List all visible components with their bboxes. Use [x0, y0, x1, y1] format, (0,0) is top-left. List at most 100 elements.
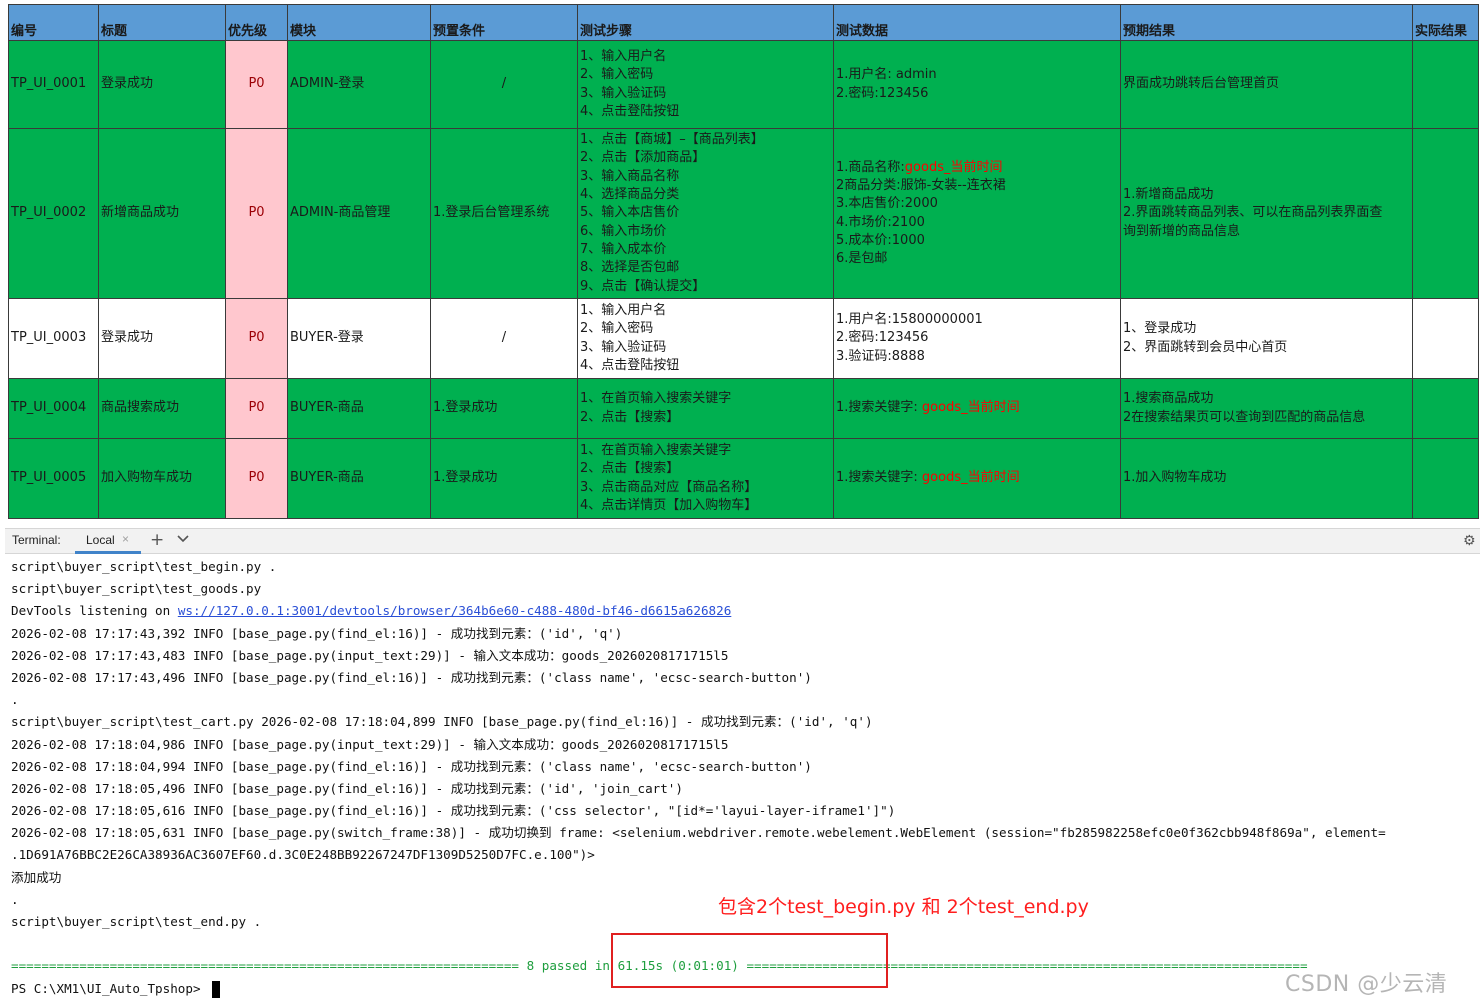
- close-tab-icon[interactable]: ×: [122, 532, 129, 546]
- data-text: 6.是包邮: [836, 251, 888, 267]
- cell-id[interactable]: TP_UI_0002: [8, 128, 99, 299]
- cell-steps-line: 5、输入本店售价: [580, 205, 680, 221]
- col-header-title[interactable]: 标题: [98, 4, 226, 41]
- cell-steps[interactable]: 1、点击【商城】–【商品列表】 2、点击【添加商品】 3、输入商品名称 4、选择商品分…: [577, 128, 834, 299]
- cell-module[interactable]: ADMIN-商品管理: [287, 128, 431, 299]
- cell-expected[interactable]: 1、登录成功 2、界面跳转到会员中心首页: [1120, 298, 1413, 379]
- cell-id[interactable]: TP_UI_0003: [8, 298, 99, 379]
- test-case-spreadsheet: 编号 标题 优先级 模块 预置条件 测试步骤 测试数据 预期结果 实际结果 TP…: [8, 4, 1479, 519]
- cell-module[interactable]: ADMIN-登录: [287, 40, 431, 129]
- cell-priority[interactable]: P0: [225, 128, 288, 299]
- cell-data-line: 1.商品名称:goods_当前时间: [836, 159, 1118, 177]
- cell-expected-line: 2、界面跳转到会员中心首页: [1123, 339, 1288, 355]
- cell-actual[interactable]: [1412, 40, 1479, 129]
- table-row: TP_UI_0003 登录成功 P0 BUYER-登录/1、输入用户名 2、输入密码 3、…: [8, 298, 1479, 379]
- cell-steps-line: 1、输入用户名: [580, 302, 667, 318]
- devtools-link[interactable]: ws://127.0.0.1:3001/devtools/browser/364…: [178, 603, 732, 618]
- cell-expected-line: 1.加入购物车成功: [1123, 470, 1227, 486]
- cell-title[interactable]: 新增商品成功: [98, 128, 226, 299]
- cell-precondition[interactable]: 1.登录后台管理系统: [430, 128, 578, 299]
- cell-module[interactable]: BUYER-商品: [287, 438, 431, 519]
- devtools-prefix: DevTools listening on: [11, 603, 178, 619]
- cell-precondition[interactable]: /: [430, 40, 578, 129]
- cell-steps-line: 4、点击详情页【加入购物车】: [580, 497, 758, 513]
- cell-title[interactable]: 商品搜索成功: [98, 378, 226, 439]
- chevron-down-icon[interactable]: [176, 531, 190, 545]
- cell-data[interactable]: 1.用户名:15800000001 2.密码:123456 3.验证码:8888: [833, 298, 1121, 379]
- cell-steps-line: 2、输入密码: [580, 67, 654, 83]
- data-text: 1.商品名称:: [836, 159, 905, 175]
- cell-module[interactable]: BUYER-登录: [287, 298, 431, 379]
- cell-expected-line: 询到新增的商品信息: [1123, 223, 1241, 239]
- cell-priority[interactable]: P0: [225, 298, 288, 379]
- cell-precondition[interactable]: 1.登录成功: [430, 378, 578, 439]
- cell-priority[interactable]: P0: [225, 40, 288, 129]
- terminal-line: 2026-02-08 17:17:43,483 INFO [base_page.…: [11, 647, 729, 663]
- cell-steps-line: 3、输入验证码: [580, 339, 667, 355]
- cell-data[interactable]: 1.用户名: admin 2.密码:123456: [833, 40, 1121, 129]
- watermark: CSDN @少云清: [1285, 972, 1448, 997]
- cell-id[interactable]: TP_UI_0004: [8, 378, 99, 439]
- cell-title[interactable]: 加入购物车成功: [98, 438, 226, 519]
- data-text: 3.验证码:8888: [836, 348, 925, 364]
- cell-steps-line: 3、点击商品对应【商品名称】: [580, 479, 758, 495]
- col-header-data[interactable]: 测试数据: [833, 4, 1121, 41]
- cell-title[interactable]: 登录成功: [98, 40, 226, 129]
- terminal-line: 添加成功: [11, 869, 62, 885]
- cell-steps-line: 2、输入密码: [580, 321, 654, 337]
- cell-data-line: 2.密码:123456: [836, 85, 1118, 103]
- cell-module[interactable]: BUYER-商品: [287, 378, 431, 439]
- cell-steps-line: 3、输入验证码: [580, 85, 667, 101]
- cell-title[interactable]: 登录成功: [98, 298, 226, 379]
- cell-id[interactable]: TP_UI_0005: [8, 438, 99, 519]
- cell-expected-line: 界面成功跳转后台管理首页: [1123, 76, 1280, 92]
- col-header-priority[interactable]: 优先级: [225, 4, 288, 41]
- gear-icon[interactable]: ⚙: [1463, 533, 1476, 549]
- cell-data-line: 2.密码:123456: [836, 329, 1118, 347]
- tab-local[interactable]: Local ×: [75, 529, 141, 554]
- add-terminal-button[interactable]: +: [150, 530, 164, 550]
- cell-expected-line: 2.界面跳转商品列表、可以在商品列表界面查: [1123, 205, 1383, 221]
- col-header-id[interactable]: 编号: [8, 4, 99, 41]
- cell-data[interactable]: 1.商品名称:goods_当前时间 2商品分类:服饰-女装--连衣裙 3.本店售价:…: [833, 128, 1121, 299]
- cell-actual[interactable]: [1412, 128, 1479, 299]
- cell-precondition[interactable]: 1.登录成功: [430, 438, 578, 519]
- cell-data-line: 1.搜索关键字: goods_当前时间: [836, 469, 1118, 487]
- cell-expected[interactable]: 1.加入购物车成功: [1120, 438, 1413, 519]
- terminal-toolbar: Terminal: Local × + ⚙: [5, 528, 1480, 554]
- col-header-expected[interactable]: 预期结果: [1120, 4, 1413, 41]
- data-text: 1.搜索关键字:: [836, 470, 922, 486]
- cell-data[interactable]: 1.搜索关键字: goods_当前时间: [833, 438, 1121, 519]
- terminal-line: 2026-02-08 17:18:04,986 INFO [base_page.…: [11, 736, 729, 752]
- summary-separator-left: ========================================…: [11, 958, 519, 974]
- col-header-precondition[interactable]: 预置条件: [430, 4, 578, 41]
- col-header-actual[interactable]: 实际结果: [1412, 4, 1479, 41]
- data-text: 1.用户名: admin: [836, 67, 937, 83]
- cell-actual[interactable]: [1412, 298, 1479, 379]
- cell-priority[interactable]: P0: [225, 438, 288, 519]
- cell-steps[interactable]: 1、在首页输入搜索关键字 2、点击【搜索】: [577, 378, 834, 439]
- cell-id[interactable]: TP_UI_0001: [8, 40, 99, 129]
- cell-steps-line: 2、点击【搜索】: [580, 461, 680, 477]
- cell-steps[interactable]: 1、在首页输入搜索关键字 2、点击【搜索】 3、点击商品对应【商品名称】 4、点击详情…: [577, 438, 834, 519]
- col-header-module[interactable]: 模块: [287, 4, 431, 41]
- cell-actual[interactable]: [1412, 438, 1479, 519]
- cell-precondition[interactable]: /: [430, 298, 578, 379]
- cell-steps-line: 1、输入用户名: [580, 48, 667, 64]
- cell-data-line: 3.验证码:8888: [836, 348, 1118, 366]
- terminal-line: 2026-02-08 17:17:43,392 INFO [base_page.…: [11, 625, 623, 641]
- col-header-steps[interactable]: 测试步骤: [577, 4, 834, 41]
- cell-actual[interactable]: [1412, 378, 1479, 439]
- cell-expected[interactable]: 1.新增商品成功 2.界面跳转商品列表、可以在商品列表界面查 询到新增的商品信息: [1120, 128, 1413, 299]
- cell-expected-line: 1.新增商品成功: [1123, 187, 1214, 203]
- cell-expected[interactable]: 界面成功跳转后台管理首页: [1120, 40, 1413, 129]
- shell-prompt: PS C:\XM1\UI_Auto_Tpshop>: [11, 980, 209, 996]
- cell-data[interactable]: 1.搜索关键字: goods_当前时间: [833, 378, 1121, 439]
- cell-priority[interactable]: P0: [225, 378, 288, 439]
- table-row: TP_UI_0002 新增商品成功 P0 ADMIN-商品管理 1.登录后台管理系统 1、…: [8, 128, 1479, 299]
- cell-steps-line: 1、点击【商城】–【商品列表】: [580, 132, 764, 148]
- cell-expected[interactable]: 1.搜索商品成功 2在搜索结果页可以查询到匹配的商品信息: [1120, 378, 1413, 439]
- cell-steps-line: 4、点击登陆按钮: [580, 357, 680, 373]
- cell-steps[interactable]: 1、输入用户名 2、输入密码 3、输入验证码 4、点击登陆按钮: [577, 298, 834, 379]
- cell-steps[interactable]: 1、输入用户名 2、输入密码 3、输入验证码 4、点击登陆按钮: [577, 40, 834, 129]
